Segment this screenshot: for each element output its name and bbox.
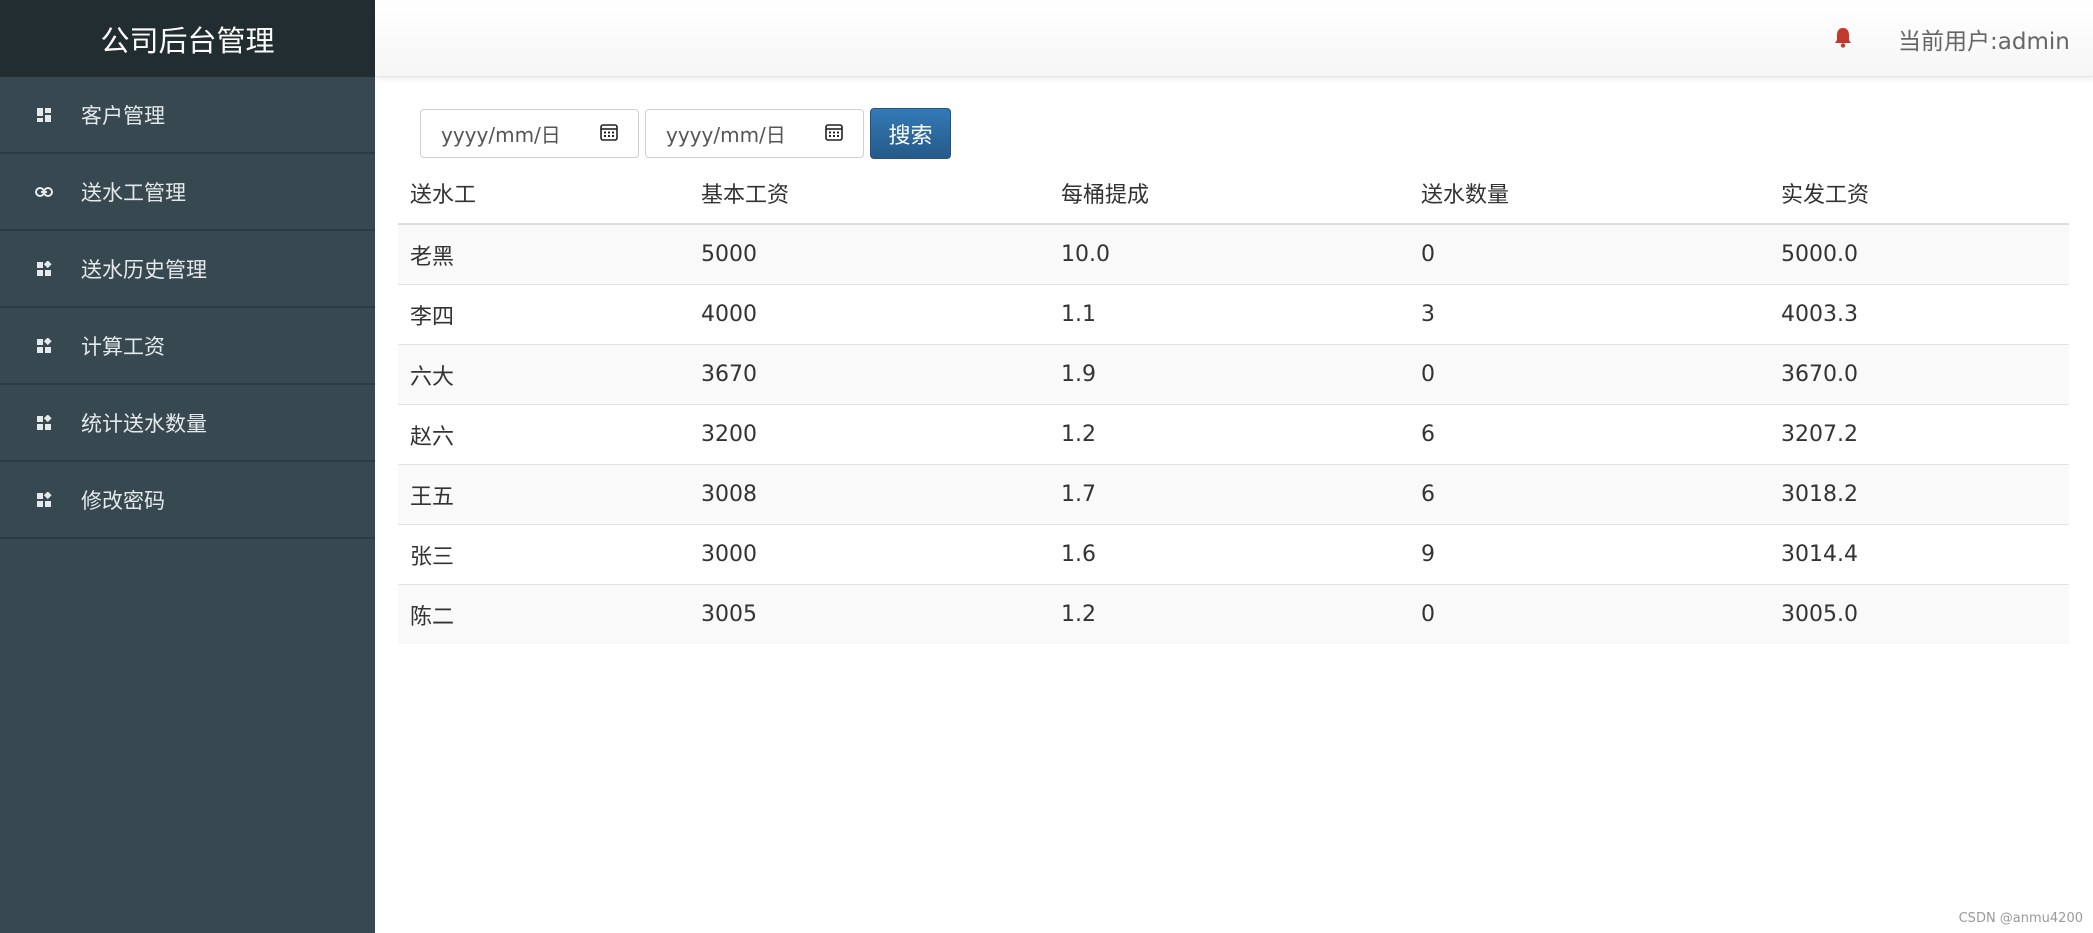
table-cell: 3018.2 (1769, 464, 2069, 525)
table-cell: 老黑 (398, 223, 689, 285)
table-cell: 3005.0 (1769, 584, 2069, 644)
bell-icon[interactable] (1833, 26, 1853, 52)
calendar-icon[interactable] (825, 122, 843, 146)
table-cell: 3 (1409, 284, 1769, 345)
widgets-icon (27, 491, 61, 508)
sidebar-item-label: 统计送水数量 (81, 411, 207, 436)
sidebar-item-password[interactable]: 修改密码 (0, 462, 375, 539)
table-header-row: 送水工 基本工资 每桶提成 送水数量 实发工资 (398, 163, 2069, 225)
column-header-delivery-count: 送水数量 (1409, 163, 1769, 225)
table-row: 老黑 5000 10.0 0 5000.0 (398, 223, 2069, 285)
sidebar-item-label: 修改密码 (81, 488, 165, 513)
table-row: 张三 3000 1.6 9 3014.4 (398, 524, 2069, 585)
start-date-input[interactable]: yyyy/mm/日 (420, 109, 639, 158)
table-row: 六大 3670 1.9 0 3670.0 (398, 344, 2069, 405)
table-cell: 赵六 (398, 404, 689, 465)
column-header-base-salary: 基本工资 (689, 163, 1049, 225)
table-cell: 1.6 (1049, 524, 1409, 585)
search-bar: yyyy/mm/日 yyyy/mm/日 搜索 (420, 108, 951, 159)
date-placeholder: yyyy/mm/日 (666, 123, 786, 147)
sidebar-item-statistics[interactable]: 统计送水数量 (0, 385, 375, 462)
widgets-icon (27, 260, 61, 277)
table-cell: 3670 (689, 344, 1049, 405)
table-cell: 0 (1409, 223, 1769, 285)
table-cell: 0 (1409, 344, 1769, 405)
table-cell: 6 (1409, 404, 1769, 465)
table-cell: 5000.0 (1769, 223, 2069, 285)
table-cell: 李四 (398, 284, 689, 345)
table-row: 李四 4000 1.1 3 4003.3 (398, 284, 2069, 345)
table-cell: 3005 (689, 584, 1049, 644)
table-cell: 9 (1409, 524, 1769, 585)
sidebar-item-label: 送水历史管理 (81, 257, 207, 282)
app-window: 公司后台管理 客户管理 送水工管理 送水历史管理 计算工资 统计送水数量 修改密… (0, 0, 2093, 933)
top-header: 当前用户:admin (375, 0, 2093, 77)
table-cell: 王五 (398, 464, 689, 525)
salary-table: 送水工 基本工资 每桶提成 送水数量 实发工资 老黑 5000 10.0 0 5… (398, 163, 2069, 644)
table-cell: 0 (1409, 584, 1769, 644)
table-cell: 陈二 (398, 584, 689, 644)
sidebar-item-customers[interactable]: 客户管理 (0, 77, 375, 154)
sidebar-item-history[interactable]: 送水历史管理 (0, 231, 375, 308)
date-placeholder: yyyy/mm/日 (441, 123, 561, 147)
table-cell: 张三 (398, 524, 689, 585)
current-user-label: 当前用户:admin (1898, 29, 2070, 55)
column-header-commission: 每桶提成 (1049, 163, 1409, 225)
table-cell: 4000 (689, 284, 1049, 345)
table-cell: 4003.3 (1769, 284, 2069, 345)
sidebar-item-label: 计算工资 (81, 334, 165, 359)
main-content: yyyy/mm/日 yyyy/mm/日 搜索 送水工 基本工资 每桶提成 送水数… (375, 77, 2093, 933)
table-cell: 1.2 (1049, 584, 1409, 644)
brand-title: 公司后台管理 (0, 0, 375, 77)
column-header-actual-salary: 实发工资 (1769, 163, 2069, 225)
table-cell: 1.2 (1049, 404, 1409, 465)
link-icon (27, 186, 61, 198)
table-cell: 3207.2 (1769, 404, 2069, 465)
table-row: 赵六 3200 1.2 6 3207.2 (398, 404, 2069, 465)
dashboard-icon (27, 107, 61, 123)
calendar-icon[interactable] (600, 122, 618, 146)
table-cell: 6 (1409, 464, 1769, 525)
table-cell: 3200 (689, 404, 1049, 465)
table-cell: 1.9 (1049, 344, 1409, 405)
sidebar-item-salary[interactable]: 计算工资 (0, 308, 375, 385)
sidebar-menu: 客户管理 送水工管理 送水历史管理 计算工资 统计送水数量 修改密码 (0, 77, 375, 539)
search-button[interactable]: 搜索 (870, 108, 951, 159)
table-cell: 1.7 (1049, 464, 1409, 525)
table-cell: 3014.4 (1769, 524, 2069, 585)
table-cell: 5000 (689, 223, 1049, 285)
table-cell: 3008 (689, 464, 1049, 525)
sidebar-item-deliverymen[interactable]: 送水工管理 (0, 154, 375, 231)
table-row: 王五 3008 1.7 6 3018.2 (398, 464, 2069, 525)
table-cell: 六大 (398, 344, 689, 405)
sidebar-item-label: 客户管理 (81, 103, 165, 128)
column-header-worker: 送水工 (398, 163, 689, 225)
sidebar-item-label: 送水工管理 (81, 180, 186, 205)
table-cell: 10.0 (1049, 223, 1409, 285)
sidebar: 公司后台管理 客户管理 送水工管理 送水历史管理 计算工资 统计送水数量 修改密… (0, 0, 375, 933)
table-cell: 3000 (689, 524, 1049, 585)
end-date-input[interactable]: yyyy/mm/日 (645, 109, 864, 158)
widgets-icon (27, 414, 61, 431)
table-cell: 1.1 (1049, 284, 1409, 345)
table-row: 陈二 3005 1.2 0 3005.0 (398, 584, 2069, 644)
watermark: CSDN @anmu4200 (1958, 911, 2083, 926)
table-cell: 3670.0 (1769, 344, 2069, 405)
widgets-icon (27, 337, 61, 354)
